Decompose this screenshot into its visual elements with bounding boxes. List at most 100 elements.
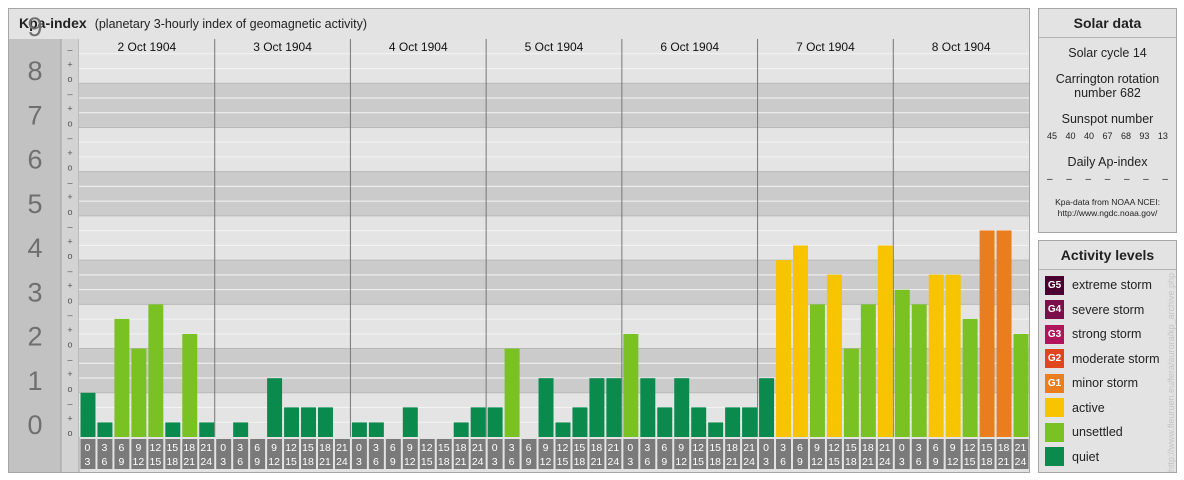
interval-end-label: 24: [336, 456, 348, 468]
interval-end-label: 3: [763, 456, 769, 468]
sub-tick-label: +: [67, 104, 72, 114]
sunspot-values: 45 40 40 67 68 93 13: [1039, 131, 1176, 141]
kp-bar: [843, 348, 859, 437]
interval-end-label: 21: [319, 456, 331, 468]
interval-end-label: 9: [526, 456, 532, 468]
kp-bar: [996, 230, 1012, 437]
kp-bar: [318, 407, 333, 437]
interval-end-label: 21: [183, 456, 195, 468]
kp-bar: [487, 407, 503, 437]
sunspot-value: 45: [1047, 131, 1058, 141]
interval-start-label: 6: [526, 442, 532, 454]
interval-start-label: 6: [254, 442, 260, 454]
interval-start-label: 9: [135, 442, 141, 454]
interval-end-label: 9: [797, 456, 803, 468]
kp-bar: [640, 378, 656, 437]
interval-end-label: 6: [237, 456, 243, 468]
legend-label: active: [1072, 400, 1105, 415]
interval-end-label: 15: [557, 456, 569, 468]
sub-tick-label: o: [67, 163, 72, 173]
interval-end-label: 6: [780, 456, 786, 468]
legend-item: active: [1039, 396, 1176, 421]
legend-item: quiet: [1039, 445, 1176, 470]
kp-bar: [708, 422, 724, 437]
legend-swatch: G2: [1045, 349, 1064, 369]
sub-tick-label: +: [67, 192, 72, 202]
sub-tick-label: o: [67, 74, 72, 84]
interval-start-label: 3: [780, 442, 786, 454]
activity-legend-list: G5 extreme storm G4 severe storm G3 strong st…: [1039, 270, 1176, 469]
day-label: 2 Oct 1904: [117, 40, 176, 54]
interval-end-label: 6: [373, 456, 379, 468]
day-label: 8 Oct 1904: [932, 40, 991, 54]
interval-start-label: 3: [237, 442, 243, 454]
y-tick-label: 7: [27, 100, 42, 130]
interval-end-label: 9: [661, 456, 667, 468]
kp-bar: [962, 318, 978, 437]
interval-end-label: 15: [285, 456, 297, 468]
legend-item: G2 moderate storm: [1039, 347, 1176, 372]
sunspot-value: 13: [1157, 131, 1168, 141]
interval-end-label: 9: [933, 456, 939, 468]
sub-tick-label: –: [67, 45, 72, 55]
legend-item: G5 extreme storm: [1039, 273, 1176, 298]
sub-tick-label: o: [67, 118, 72, 128]
kp-bar: [589, 378, 605, 437]
kp-bar: [148, 304, 164, 437]
interval-start-label: 3: [102, 442, 108, 454]
y-tick-label: 1: [27, 366, 42, 396]
kpa-chart-panel: Kpa-index (planetary 3-hourly index of ge…: [8, 8, 1030, 473]
interval-start-label: 12: [964, 442, 976, 454]
interval-end-label: 6: [102, 456, 108, 468]
sub-tick-label: –: [67, 222, 72, 232]
interval-end-label: 18: [166, 456, 178, 468]
day-label: 5 Oct 1904: [525, 40, 584, 54]
interval-start-label: 12: [149, 442, 161, 454]
interval-end-label: 3: [85, 456, 91, 468]
sub-tick-label: +: [67, 236, 72, 246]
interval-end-label: 21: [862, 456, 874, 468]
interval-start-label: 15: [438, 442, 450, 454]
sub-tick-label: +: [67, 413, 72, 423]
sub-tick-label: o: [67, 384, 72, 394]
interval-end-label: 12: [404, 456, 416, 468]
interval-start-label: 9: [950, 442, 956, 454]
legend-label: unsettled: [1072, 425, 1123, 440]
interval-end-label: 24: [1015, 456, 1027, 468]
kp-bar: [776, 260, 791, 437]
legend-item: G3 strong storm: [1039, 322, 1176, 347]
kp-bar: [759, 378, 775, 437]
sunspot-value: 67: [1102, 131, 1113, 141]
sunspot-label: Sunspot number: [1061, 112, 1154, 126]
kp-bar: [826, 274, 842, 437]
ap-value: –: [1162, 174, 1168, 185]
interval-start-label: 18: [862, 442, 874, 454]
interval-end-label: 3: [492, 456, 498, 468]
interval-start-label: 21: [1015, 442, 1027, 454]
interval-start-label: 15: [166, 442, 178, 454]
interval-start-label: 0: [627, 442, 633, 454]
kp-bar: [674, 378, 690, 437]
interval-start-label: 21: [879, 442, 891, 454]
sub-tick-label: +: [67, 148, 72, 158]
interval-start-label: 0: [220, 442, 226, 454]
y-tick-label: 3: [27, 277, 42, 307]
interval-start-label: 18: [319, 442, 331, 454]
legend-swatch: G1: [1045, 373, 1064, 393]
y-tick-label: 6: [27, 145, 42, 175]
interval-end-label: 21: [998, 456, 1010, 468]
interval-start-label: 0: [899, 442, 905, 454]
interval-start-label: 18: [455, 442, 467, 454]
kp-bar: [945, 274, 961, 437]
interval-end-label: 24: [879, 456, 891, 468]
kp-bar: [284, 407, 300, 437]
kp-bar: [453, 422, 469, 437]
interval-start-label: 3: [509, 442, 515, 454]
kp-bar: [199, 422, 215, 437]
interval-end-label: 15: [149, 456, 161, 468]
interval-end-label: 3: [627, 456, 633, 468]
interval-end-label: 21: [726, 456, 738, 468]
interval-start-label: 9: [407, 442, 413, 454]
interval-start-label: 6: [390, 442, 396, 454]
carrington-number: number 682: [1074, 86, 1141, 100]
